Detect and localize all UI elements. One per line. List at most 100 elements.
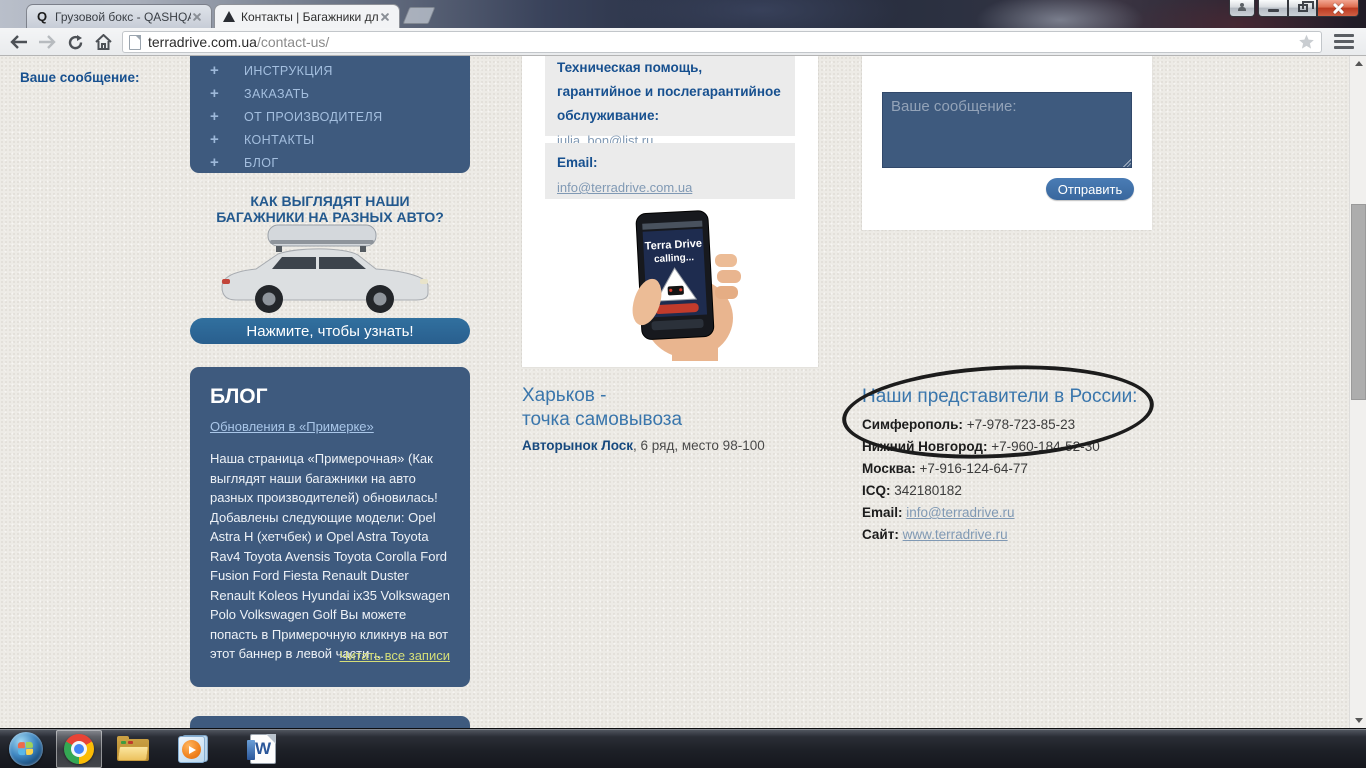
- windows-logo-icon: [18, 742, 34, 757]
- close-button[interactable]: [1317, 0, 1359, 17]
- tab2-close-icon[interactable]: [379, 11, 391, 23]
- row-label: Москва:: [862, 461, 916, 476]
- plus-icon: +: [210, 131, 244, 148]
- browser-window: Q Грузовой бокс - QASHQA Контакты | Бага…: [0, 0, 1366, 728]
- blog-widget: БЛОГ Обновления в «Примерке» Наша страни…: [190, 367, 470, 687]
- tab-cargo-box[interactable]: Q Грузовой бокс - QASHQA: [26, 4, 212, 28]
- minimize-icon: [1268, 9, 1279, 12]
- person-icon: [1238, 3, 1246, 11]
- row-value: +7-916-124-64-77: [916, 461, 1028, 476]
- tab1-close-icon[interactable]: [191, 11, 203, 23]
- chrome-icon: [64, 734, 94, 764]
- russia-row-simferopol: Симферополь: +7-978-723-85-23: [862, 414, 1100, 436]
- new-tab-button[interactable]: [403, 7, 436, 24]
- pickup-address: Авторынок Лоск, 6 ряд, место 98-100: [522, 438, 765, 453]
- russia-row-site: Сайт: www.terradrive.ru: [862, 524, 1100, 546]
- nav-label: ИНСТРУКЦИЯ: [244, 64, 333, 78]
- word-icon: W: [250, 734, 276, 764]
- nav-item-blog[interactable]: +БЛОГ: [190, 151, 470, 174]
- pickup-market-name: Авторынок Лоск: [522, 438, 633, 453]
- support-heading: Техническая помощь, гарантийное и послег…: [557, 56, 783, 128]
- nav-item-contacts[interactable]: +КОНТАКТЫ: [190, 128, 470, 151]
- nav-item-from-manufacturer[interactable]: +ОТ ПРОИЗВОДИТЕЛЯ: [190, 105, 470, 128]
- page-viewport: +ИНСТРУКЦИЯ +ЗАКАЗАТЬ +ОТ ПРОИЗВОДИТЕЛЯ …: [0, 56, 1366, 728]
- scroll-down-icon: [1355, 718, 1363, 723]
- taskbar-chrome-button[interactable]: [56, 730, 102, 768]
- close-icon: [1332, 3, 1345, 14]
- russia-email-link[interactable]: info@terradrive.ru: [906, 505, 1014, 520]
- row-label: Email:: [862, 505, 903, 520]
- nav-label: КОНТАКТЫ: [244, 133, 315, 147]
- nav-item-order[interactable]: +ЗАКАЗАТЬ: [190, 82, 470, 105]
- home-button[interactable]: [92, 31, 114, 53]
- tab-contacts[interactable]: Контакты | Багажники дл: [214, 4, 400, 28]
- russia-row-moscow: Москва: +7-916-124-64-77: [862, 458, 1100, 480]
- nav-label: ОТ ПРОИЗВОДИТЕЛЯ: [244, 110, 383, 124]
- row-label: Нижний Новгород:: [862, 439, 988, 454]
- word-letter: W: [255, 739, 271, 759]
- row-label: ICQ:: [862, 483, 891, 498]
- desktop: Q Грузовой бокс - QASHQA Контакты | Бага…: [0, 0, 1366, 768]
- forward-button[interactable]: [36, 31, 58, 53]
- forward-arrow-icon: [38, 35, 56, 49]
- russia-heading: Наши представители в России:: [862, 386, 1137, 408]
- russia-site-link[interactable]: www.terradrive.ru: [903, 527, 1008, 542]
- plus-icon: +: [210, 154, 244, 171]
- next-widget-stub: [190, 716, 470, 728]
- bookmark-star-icon[interactable]: [1298, 34, 1315, 50]
- address-bar[interactable]: terradrive.com.ua/contact-us/: [122, 31, 1322, 53]
- nav-label: ЗАКАЗАТЬ: [244, 87, 309, 101]
- russia-contact-list: Симферополь: +7-978-723-85-23 Нижний Нов…: [862, 414, 1100, 546]
- scroll-up-icon: [1355, 61, 1363, 66]
- email-label: Email:: [557, 151, 783, 175]
- page-scrollbar[interactable]: [1349, 56, 1366, 728]
- blog-title: БЛОГ: [210, 385, 450, 409]
- blog-excerpt: Наша страница «Примерочная» (Как выглядя…: [210, 449, 450, 664]
- url-path: /contact-us/: [257, 34, 329, 50]
- reload-button[interactable]: [64, 31, 86, 53]
- url-text: terradrive.com.ua/contact-us/: [148, 34, 1298, 50]
- phone-in-hand-image: Terra Drive calling...: [597, 206, 747, 361]
- back-arrow-icon: [10, 35, 28, 49]
- tab2-favicon-icon: [223, 11, 235, 22]
- email-link[interactable]: info@terradrive.com.ua: [557, 180, 692, 195]
- start-button[interactable]: [9, 732, 43, 766]
- home-icon: [95, 34, 112, 50]
- blog-read-all-link[interactable]: Читать все записи: [340, 648, 450, 663]
- row-value: +7-978-723-85-23: [963, 417, 1075, 432]
- pickup-address-detail: , 6 ряд, место 98-100: [633, 438, 765, 453]
- windows-taskbar: W RU 9:35 04.05.2015: [0, 728, 1366, 768]
- taskbar-word-button[interactable]: W: [240, 730, 286, 768]
- pickup-heading-line2: точка самовывоза: [522, 408, 682, 432]
- russia-row-nizhny: Нижний Новгород: +7-960-184-52-30: [862, 436, 1100, 458]
- tab2-title: Контакты | Багажники дл: [241, 10, 379, 24]
- support-row: Техническая помощь, гарантийное и послег…: [545, 56, 795, 136]
- scroll-up-button[interactable]: [1350, 56, 1366, 71]
- minimize-button[interactable]: [1258, 0, 1288, 17]
- chrome-menu-icon[interactable]: [1334, 34, 1354, 50]
- submit-button[interactable]: Отправить: [1046, 178, 1134, 200]
- nav-label: БЛОГ: [244, 156, 279, 170]
- media-player-icon: [178, 734, 208, 764]
- plus-icon: +: [210, 108, 244, 125]
- reload-icon: [67, 34, 84, 51]
- restore-icon: [1298, 4, 1308, 12]
- maximize-button[interactable]: [1288, 0, 1317, 17]
- tab1-title: Грузовой бокс - QASHQA: [55, 10, 191, 24]
- promo-button[interactable]: Нажмите, чтобы узнать!: [190, 318, 470, 344]
- message-textarea[interactable]: [882, 92, 1132, 168]
- browser-toolbar: terradrive.com.ua/contact-us/: [0, 28, 1366, 56]
- profile-button[interactable]: [1229, 0, 1255, 17]
- nav-item-instruction[interactable]: +ИНСТРУКЦИЯ: [190, 59, 470, 82]
- promo-heading-line1: КАК ВЫГЛЯДЯТ НАШИ: [190, 193, 470, 209]
- tab1-favicon: Q: [35, 10, 49, 24]
- scroll-down-button[interactable]: [1350, 713, 1366, 728]
- scrollbar-thumb[interactable]: [1351, 204, 1366, 400]
- back-button[interactable]: [8, 31, 30, 53]
- taskbar-media-player-button[interactable]: [170, 730, 216, 768]
- blog-post-link[interactable]: Обновления в «Примерке»: [210, 419, 374, 434]
- row-value: 342180182: [891, 483, 962, 498]
- pickup-heading-line1: Харьков -: [522, 384, 682, 408]
- car-with-roofbox-image[interactable]: [212, 221, 448, 317]
- taskbar-explorer-button[interactable]: [110, 730, 156, 768]
